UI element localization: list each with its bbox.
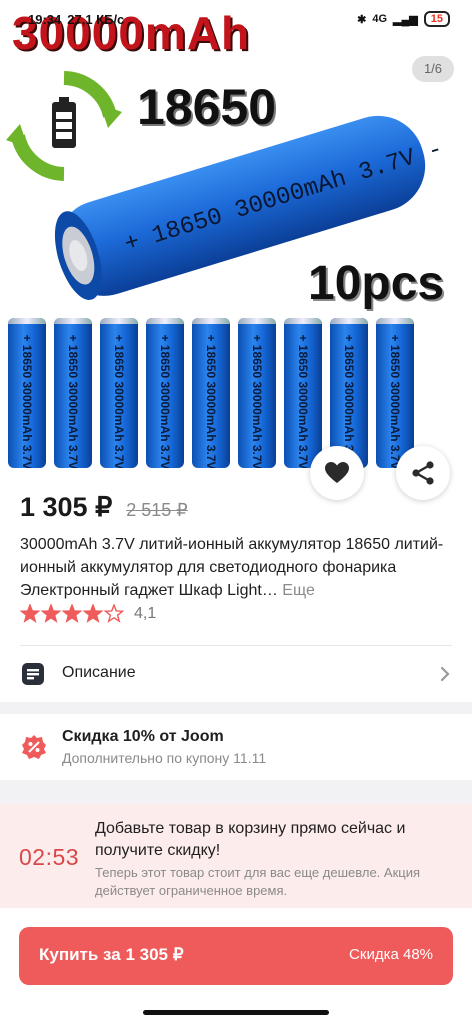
battery-cell-label: + 18650 30000mAh 3.7V [250, 334, 264, 468]
share-icon [412, 461, 434, 485]
star-filled-icon [82, 604, 104, 623]
product-title-text: 30000mAh 3.7V литий-ионный аккумулятор 1… [20, 536, 444, 599]
network-label: 4G [372, 13, 388, 25]
rating-stars-icon [20, 604, 124, 623]
battery-cell-label: + 18650 30000mAh 3.7V [66, 334, 80, 468]
status-bar: 19:34 27,1 КБ/с ✱ 4G ▂▄▆ 15 [0, 8, 472, 34]
home-indicator[interactable] [143, 1010, 329, 1015]
battery-cell-label: + 18650 30000mAh 3.7V [204, 334, 218, 468]
share-button[interactable] [396, 446, 450, 500]
description-row[interactable]: Описание [0, 646, 472, 702]
timer-subtitle: Теперь этот товар стоит для вас еще деше… [95, 865, 420, 898]
battery-cell-label: + 18650 30000mAh 3.7V [20, 334, 34, 468]
battery-cell: + 18650 30000mAh 3.7V [146, 318, 184, 468]
countdown-timer: 02:53 [19, 844, 80, 870]
more-link[interactable]: Еще [282, 582, 315, 599]
battery-cell: + 18650 30000mAh 3.7V [8, 318, 46, 468]
timer-title: Добавьте товар в корзину прямо сейчас и … [95, 820, 406, 859]
gallery-counter: 1/6 [412, 56, 454, 82]
back-arrow-icon[interactable] [18, 56, 48, 86]
document-icon [22, 663, 44, 685]
buy-discount-label: Скидка 48% [349, 946, 433, 963]
battery-cell: + 18650 30000mAh 3.7V [192, 318, 230, 468]
signal-icon: ▂▄▆ [393, 13, 418, 26]
rating-value: 4,1 [134, 605, 157, 622]
price-row: 1 305 ₽ 2 515 ₽ [20, 492, 188, 523]
discount-badge-icon [22, 735, 46, 759]
status-time: 19:34 [28, 12, 62, 27]
battery-cell-label: + 18650 30000mAh 3.7V [158, 334, 172, 468]
battery-cell-label: + 18650 30000mAh 3.7V [388, 334, 402, 468]
favorite-button[interactable] [310, 446, 364, 500]
old-price: 2 515 ₽ [126, 500, 188, 520]
status-speed: 27,1 КБ/с [67, 12, 125, 27]
chevron-right-icon [440, 666, 450, 682]
star-empty-icon [103, 604, 124, 623]
battery-cell: + 18650 30000mAh 3.7V [100, 318, 138, 468]
buy-button[interactable]: Купить за 1 305 ₽ Скидка 48% [19, 927, 453, 985]
current-price: 1 305 ₽ [20, 492, 113, 522]
star-filled-icon [61, 604, 83, 623]
battery-icon: 15 [423, 11, 450, 27]
battery-cell: + 18650 30000mAh 3.7V [238, 318, 276, 468]
star-filled-icon [40, 604, 62, 623]
buy-button-label: Купить за 1 305 ₽ [39, 945, 184, 964]
product-gallery[interactable]: 19:34 27,1 КБ/с ✱ 4G ▂▄▆ 15 30000mAh 186… [0, 0, 472, 478]
bluetooth-icon: ✱ [357, 13, 367, 26]
coupon-row[interactable]: Скидка 10% от Joom Дополнительно по купо… [0, 714, 472, 780]
banner-model: 18650 [137, 79, 277, 135]
battery-cell: + 18650 30000mAh 3.7V [284, 318, 322, 468]
battery-level: 15 [430, 13, 443, 25]
section-gap [0, 780, 472, 804]
battery-cell: + 18650 30000mAh 3.7V [376, 318, 414, 468]
timer-card: 02:53 Добавьте товар в корзину прямо сей… [0, 804, 472, 908]
coupon-title: Скидка 10% от Joom [62, 728, 224, 745]
battery-cell-label: + 18650 30000mAh 3.7V [112, 334, 126, 468]
product-title: 30000mAh 3.7V литий-ионный аккумулятор 1… [20, 533, 452, 602]
rating[interactable]: 4,1 [20, 604, 156, 624]
star-filled-icon [20, 604, 41, 623]
banner-quantity: 10pcs [308, 257, 445, 310]
description-label: Описание [62, 664, 136, 681]
battery-cells-row: + 18650 30000mAh 3.7V + 18650 30000mAh 3.… [8, 318, 420, 470]
battery-cell-label: + 18650 30000mAh 3.7V [296, 334, 310, 468]
section-gap [0, 702, 472, 714]
battery-cell: + 18650 30000mAh 3.7V [54, 318, 92, 468]
coupon-subtitle: Дополнительно по купону 11.11 [62, 750, 267, 766]
heart-icon [325, 462, 349, 483]
